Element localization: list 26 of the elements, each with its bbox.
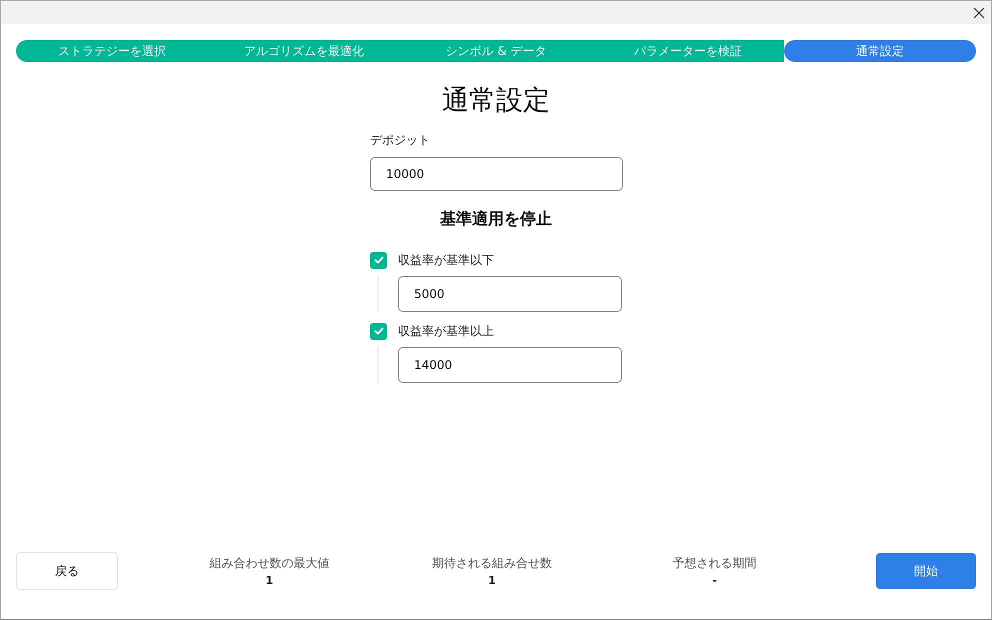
wizard-step: 通常設定 (784, 40, 976, 62)
page-title: 通常設定 (442, 84, 550, 118)
stat-value: 1 (266, 574, 274, 587)
wizard-step: アルゴリズムを最適化 (208, 40, 400, 62)
back-button[interactable]: 戻る (16, 552, 118, 590)
input-field[interactable]: 5000 (398, 276, 622, 312)
input-field[interactable]: 10000 (370, 157, 623, 191)
checkbox[interactable] (370, 322, 387, 340)
input-field[interactable]: 14000 (398, 347, 622, 383)
start-button[interactable]: 開始 (876, 553, 976, 589)
checkbox[interactable] (370, 252, 387, 268)
stat-label: 組み合わせ数の最大値 (209, 555, 330, 572)
check-icon (372, 325, 384, 337)
check-icon (372, 254, 384, 266)
checkbox-label: 収益率が基準以下 (398, 252, 494, 268)
stat-value: - (712, 574, 717, 587)
stat-value: 1 (488, 574, 496, 587)
stat-label: 予想される期間 (672, 555, 757, 572)
close-icon[interactable] (973, 6, 985, 18)
wizard-step: シンボル & データ (400, 40, 592, 62)
wizard-step: ストラテジーを選択 (16, 40, 208, 62)
wizard-step: パラメーターを検証 (592, 40, 784, 62)
section-heading: 基準適用を停止 (439, 209, 553, 230)
field-label: デポジット (370, 132, 431, 149)
stat-label: 期待される組み合せ数 (432, 555, 552, 572)
checkbox-label: 収益率が基準以上 (398, 322, 494, 340)
